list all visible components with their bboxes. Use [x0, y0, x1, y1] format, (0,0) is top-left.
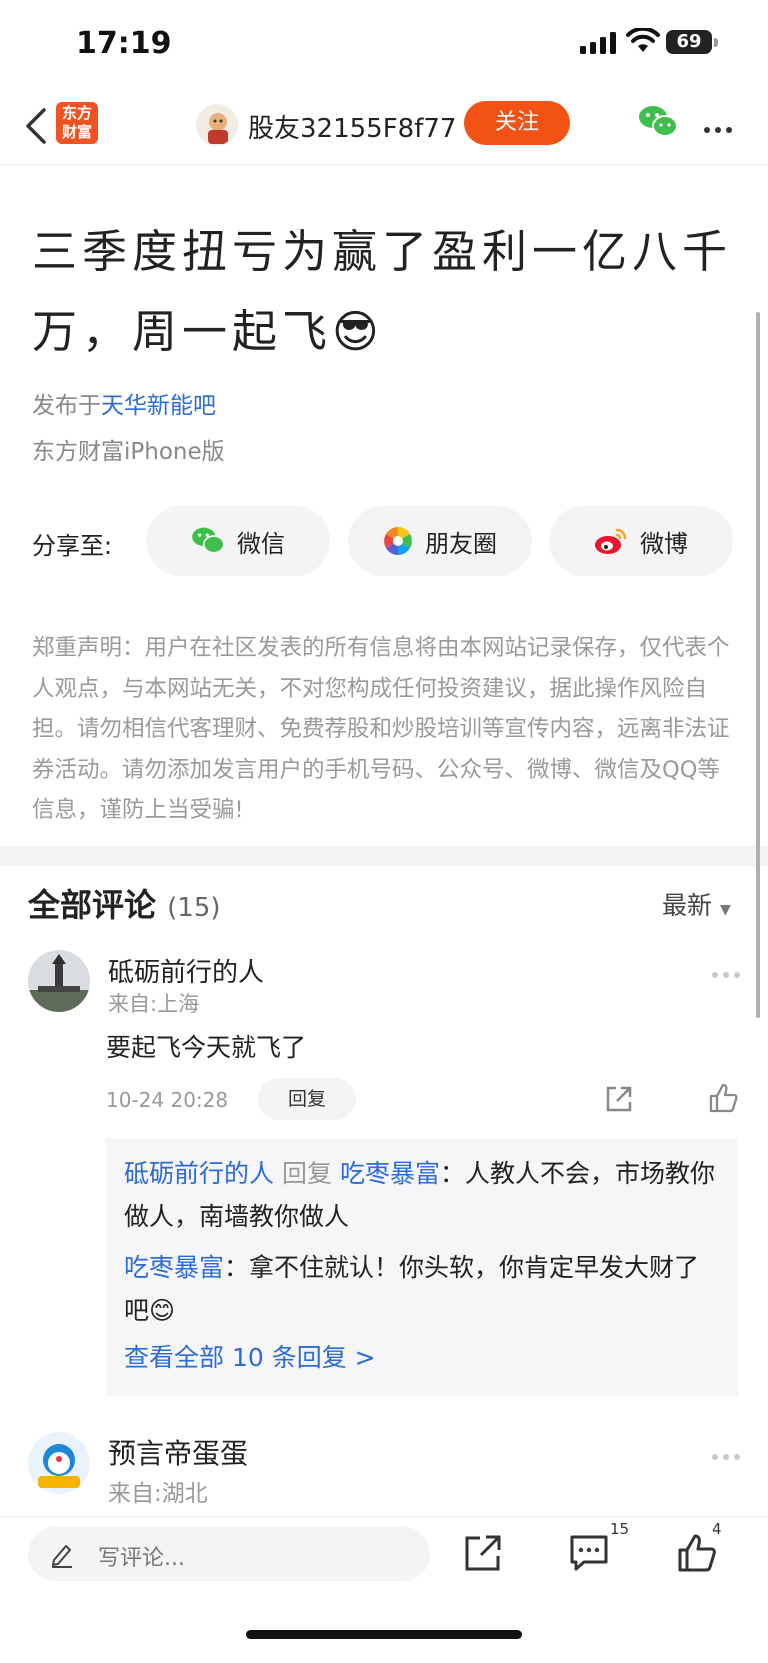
post-title: 三季度扭亏为赢了盈利一亿八千万，周一起飞😎 [32, 212, 738, 372]
app-logo-line2: 财富 [61, 123, 92, 141]
comments-title-label: 全部评论 [28, 886, 157, 924]
write-comment-placeholder[interactable]: 写评论... [98, 1540, 185, 1572]
bar-link[interactable]: 天华新能吧 [101, 393, 216, 419]
disclaimer-text: 郑重声明：用户在社区发表的所有信息将由本网站记录保存，仅代表个人观点，与本网站无… [32, 635, 730, 823]
comments-title: 全部评论 (15) [28, 880, 221, 926]
caret-down-icon: ▼ [719, 902, 731, 918]
section-divider [0, 846, 768, 866]
commenter-location: 来自:上海 [108, 992, 200, 1016]
sort-dropdown[interactable]: 最新 ▼ [662, 886, 731, 922]
comments-count: (15) [167, 893, 221, 923]
smile-emoji: 😊 [149, 1296, 176, 1325]
share-weibo-button[interactable]: 微博 [549, 506, 733, 576]
post-origin: 发布于天华新能吧 [32, 386, 216, 420]
share-wechat-button[interactable]: 微信 [146, 506, 330, 576]
share-moments-label: 朋友圈 [425, 529, 497, 558]
comment-icon[interactable] [568, 1532, 610, 1574]
reply-author[interactable]: 砥砺前行的人 [124, 1159, 274, 1188]
wechat-share-icon[interactable] [638, 104, 678, 140]
sort-label: 最新 [662, 891, 713, 920]
author-avatar[interactable] [196, 104, 238, 146]
reply-item[interactable]: 砥砺前行的人 回复 吃枣暴富：人教人不会，市场教你做人，南墙教你做人 [124, 1152, 724, 1238]
battery-level: 69 [666, 30, 712, 54]
home-indicator [246, 1630, 522, 1639]
app-logo-line1: 东方 [61, 104, 92, 122]
reply-target[interactable]: 吃枣暴富 [340, 1159, 440, 1188]
comment-more-icon[interactable] [712, 963, 745, 982]
reply-item[interactable]: 吃枣暴富：拿不住就认！你头软，你肯定早发大财了吧😊 [124, 1246, 724, 1332]
app-logo[interactable]: 东方 财富 [56, 102, 98, 144]
comment-count-badge: 15 [610, 1520, 630, 1538]
post-client: 东方财富iPhone版 [32, 439, 225, 465]
commenter-name[interactable]: 砥砺前行的人 [108, 952, 264, 989]
battery-tip [714, 38, 718, 47]
like-icon[interactable] [676, 1532, 718, 1574]
commenter-avatar[interactable] [28, 950, 90, 1012]
comment-time: 10-24 20:28 [106, 1088, 229, 1112]
share-weibo-label: 微博 [640, 529, 688, 558]
commenter-avatar-image [28, 1432, 90, 1494]
commenter-location: 来自:湖北 [108, 1481, 208, 1507]
author-avatar-image [208, 113, 228, 144]
share-label: 分享至: [32, 532, 113, 560]
reply-author[interactable]: 吃枣暴富 [124, 1253, 224, 1282]
weibo-icon [595, 528, 627, 554]
scrollbar[interactable] [756, 312, 760, 1018]
back-icon[interactable] [22, 106, 52, 146]
share-comment-icon[interactable] [604, 1084, 634, 1114]
write-comment-input[interactable] [28, 1527, 430, 1581]
share-moments-button[interactable]: 朋友圈 [348, 506, 532, 576]
follow-button[interactable]: 关注 [464, 101, 570, 145]
reply-button[interactable]: 回复 [258, 1078, 356, 1120]
commenter-avatar-image [28, 950, 90, 1012]
status-time: 17:19 [76, 26, 172, 61]
commenter-avatar[interactable] [28, 1432, 90, 1494]
commenter-name[interactable]: 预言帝蛋蛋 [108, 1432, 248, 1472]
like-count-badge: 4 [712, 1520, 722, 1538]
moments-icon [384, 527, 412, 555]
wifi-icon [626, 28, 660, 52]
sunglasses-emoji: 😎 [332, 305, 384, 358]
more-options-icon[interactable] [704, 118, 737, 137]
view-all-replies-link[interactable]: 查看全部 10 条回复 > [124, 1338, 376, 1374]
wechat-icon [192, 527, 225, 554]
pencil-icon [52, 1545, 72, 1568]
author-name[interactable]: 股友32155F8f77 [248, 108, 456, 145]
share-icon[interactable] [462, 1532, 504, 1574]
comment-text: 要起飞今天就飞了 [106, 1033, 307, 1062]
comment-more-icon[interactable] [712, 1445, 745, 1464]
cellular-signal-icon [580, 32, 616, 54]
like-comment-icon[interactable] [708, 1082, 738, 1114]
share-wechat-label: 微信 [237, 529, 285, 558]
reply-verb: 回复 [281, 1159, 332, 1188]
published-prefix: 发布于 [32, 393, 101, 419]
